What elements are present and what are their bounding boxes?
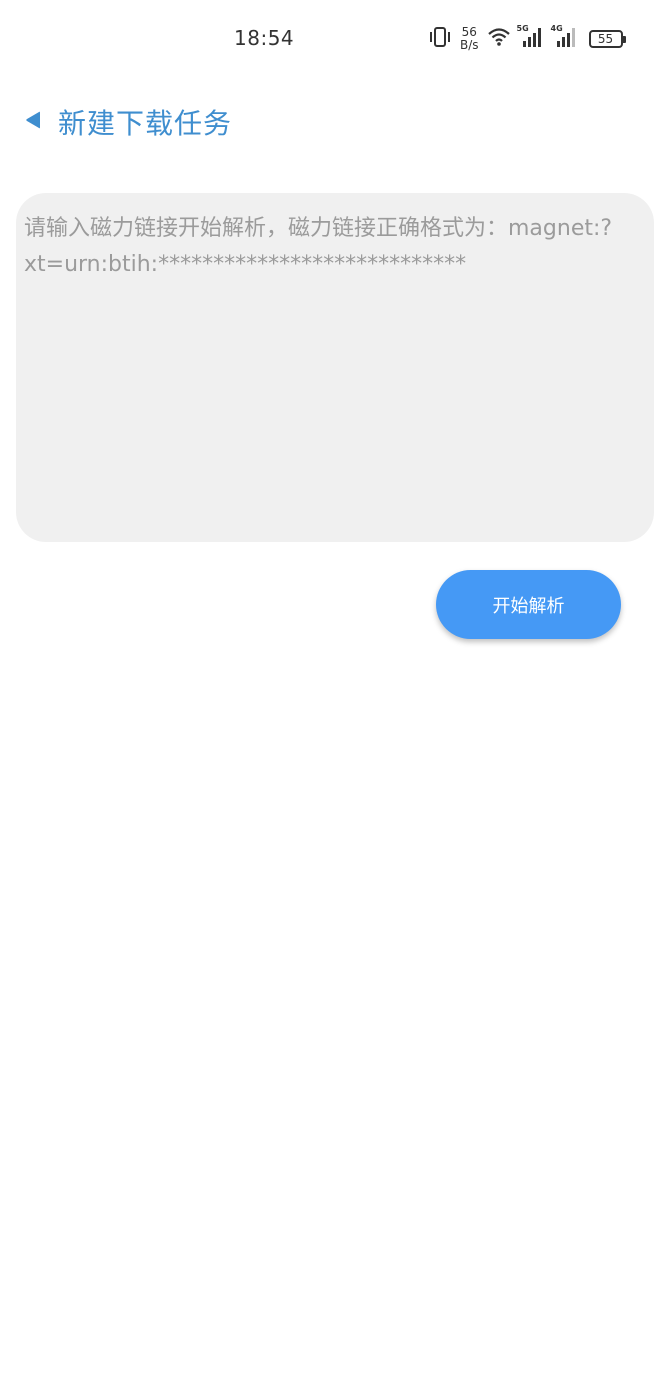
back-triangle-icon	[24, 109, 42, 135]
status-icons: 56 B/s 5G 4G 55	[428, 24, 626, 54]
wifi-icon	[487, 27, 511, 51]
signal-5g-label: 5G	[516, 24, 529, 33]
battery-level: 55	[597, 32, 614, 46]
net-speed-unit: B/s	[460, 38, 479, 52]
magnet-link-input[interactable]	[16, 193, 654, 542]
signal-5g: 5G	[516, 24, 545, 52]
net-speed: 56 B/s	[460, 26, 479, 52]
page-title: 新建下载任务	[58, 107, 233, 140]
back-button[interactable]	[24, 109, 42, 135]
vibrate-icon	[428, 26, 452, 52]
signal-4g-label: 4G	[550, 24, 563, 33]
start-parse-button[interactable]: 开始解析	[436, 570, 621, 639]
signal-4g: 4G	[550, 24, 579, 52]
status-time: 18:54	[234, 26, 295, 50]
status-bar: 18:54 56 B/s 5G 4G 55	[0, 0, 672, 78]
battery-icon: 55	[588, 30, 626, 48]
header: 新建下载任务	[24, 100, 232, 144]
